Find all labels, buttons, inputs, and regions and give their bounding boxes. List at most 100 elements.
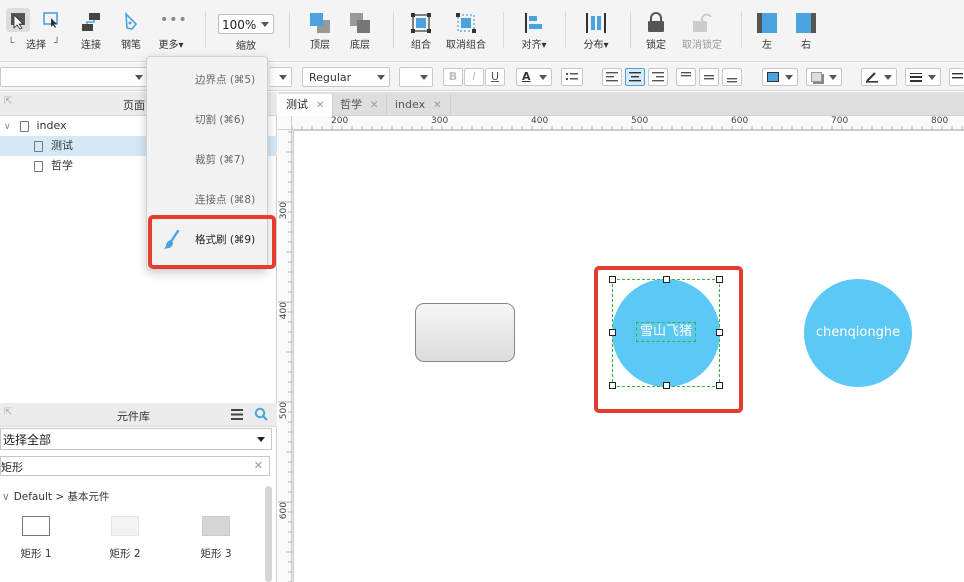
close-tab-icon[interactable]: ✕	[433, 100, 441, 111]
rounded-rectangle-shape[interactable]	[415, 303, 515, 362]
valign-top-icon	[681, 72, 691, 77]
bring-to-front-button[interactable]: 顶层	[302, 0, 338, 62]
expand-panel-icon[interactable]: ⇱	[4, 96, 12, 107]
align-icon	[525, 13, 542, 33]
valign-top-button[interactable]	[676, 68, 696, 86]
align-text-right-button[interactable]	[648, 68, 668, 86]
align-right-button[interactable]: 右	[791, 0, 821, 62]
close-tab-icon[interactable]: ✕	[370, 100, 378, 111]
caret-icon	[420, 75, 428, 80]
valign-bottom-button[interactable]	[722, 68, 742, 86]
lock-button[interactable]: 锁定	[640, 0, 672, 62]
library-select[interactable]: 选择全部	[0, 428, 272, 450]
widget-label: 矩形 2	[109, 548, 141, 560]
ruler-ticks-h	[292, 126, 963, 130]
send-to-back-button[interactable]: 底层	[342, 0, 378, 62]
line-style-button[interactable]	[949, 68, 964, 86]
library-category[interactable]: ∨ Default > 基本元件	[2, 489, 110, 504]
font-style-value: Regular	[309, 71, 352, 84]
bullet-list-button[interactable]	[561, 68, 583, 86]
ruler-label: 600	[279, 502, 289, 520]
canvas-area: 测试 ✕ 哲学 ✕ index ✕ 200 300 400 500 600 700 8…	[278, 92, 964, 582]
shadow-icon	[811, 72, 822, 82]
expand-panel-icon[interactable]: ⇱	[4, 407, 12, 418]
menu-icon[interactable]	[231, 409, 243, 420]
design-canvas[interactable]: 雪山飞猪 chenqionghe	[293, 130, 964, 582]
toolbar-divider	[393, 12, 394, 48]
line-color-button[interactable]	[861, 68, 897, 86]
shadow-button[interactable]	[806, 68, 842, 86]
distribute-button[interactable]: 分布▾	[576, 0, 616, 62]
library-search-input[interactable]: 矩形 ✕	[0, 456, 270, 476]
tab-label: 哲学	[340, 98, 362, 111]
rectangle3-widget[interactable]	[202, 516, 230, 536]
clear-search-icon[interactable]: ✕	[254, 459, 263, 472]
rectangle1-widget[interactable]	[22, 516, 50, 536]
tab-philosophy[interactable]: 哲学 ✕	[332, 94, 388, 116]
rectangle2-widget[interactable]	[111, 516, 139, 536]
fill-color-swatch	[767, 72, 779, 82]
tab-label: 测试	[286, 98, 308, 111]
line-weight-button[interactable]	[905, 68, 941, 86]
circle-shape-chenqionghe[interactable]: chenqionghe	[804, 279, 912, 387]
library-scrollbar[interactable]	[265, 486, 272, 582]
italic-button[interactable]: I	[464, 68, 484, 86]
pages-panel-title: 页面	[123, 99, 145, 112]
font-color-button[interactable]: A	[516, 68, 552, 86]
pen-icon	[125, 12, 138, 30]
connect-icon	[82, 13, 100, 31]
caret-icon	[135, 75, 143, 80]
select-tool-button[interactable]: └ 选择 ┘	[4, 0, 62, 62]
pen-label: 钢笔	[121, 40, 141, 51]
close-tab-icon[interactable]: ✕	[316, 100, 324, 111]
widget-label: 矩形 1	[20, 548, 52, 560]
align-button[interactable]: 对齐▾	[514, 0, 554, 62]
toolbar-divider	[503, 12, 504, 48]
valign-middle-button[interactable]	[699, 68, 719, 86]
library-content: ∨ Default > 基本元件 矩形 1 矩形 2 矩形 3	[0, 482, 264, 582]
more-tools-button[interactable]: ••• 更多▾	[154, 0, 188, 62]
distribute-icon	[586, 13, 606, 33]
caret-icon	[539, 75, 547, 80]
menu-item-connection-points[interactable]: 连接点 (⌘8)	[147, 180, 267, 220]
search-icon[interactable]	[254, 407, 268, 421]
bring-front-icon	[310, 13, 330, 33]
tab-test[interactable]: 测试 ✕	[278, 94, 334, 116]
align-left-button[interactable]: 左	[752, 0, 782, 62]
underline-button[interactable]: U	[485, 68, 505, 86]
zoom-control[interactable]: 100% 缩放	[216, 0, 276, 62]
page-tree-label: index	[36, 119, 67, 132]
menu-item-crop[interactable]: 裁剪 (⌘7)	[147, 140, 267, 180]
text-align-right-icon	[652, 72, 664, 82]
align-right-icon	[796, 13, 816, 33]
distribute-label: 分布▾	[583, 40, 609, 51]
fill-color-button[interactable]	[762, 68, 798, 86]
bold-button[interactable]: B	[443, 68, 463, 86]
connect-tool-button[interactable]: 连接	[76, 0, 106, 62]
caret-icon	[785, 75, 793, 80]
format-toolbar: Regular B I U A	[0, 63, 964, 91]
font-style-select[interactable]: Regular	[302, 67, 390, 87]
zoom-select[interactable]: 100%	[218, 14, 274, 34]
ruler-label: 500	[631, 116, 649, 126]
group-button[interactable]: 组合	[404, 0, 438, 62]
line-color-icon	[866, 72, 878, 83]
horizontal-ruler: 200 300 400 500 600 700 800	[292, 116, 964, 130]
tab-index[interactable]: index ✕	[387, 94, 451, 116]
pen-tool-button[interactable]: 钢笔	[116, 0, 146, 62]
chevron-down-icon[interactable]: ∨	[4, 117, 16, 137]
align-text-left-button[interactable]	[602, 68, 622, 86]
unlock-button[interactable]: 取消锁定	[678, 0, 726, 62]
font-family-select[interactable]	[270, 67, 292, 87]
font-size-select[interactable]	[399, 67, 433, 87]
menu-item-cut[interactable]: 切割 (⌘6)	[147, 100, 267, 140]
send-back-icon	[350, 13, 370, 33]
align-text-center-button[interactable]	[625, 68, 645, 86]
menu-item-boundary-points[interactable]: 边界点 (⌘5)	[147, 60, 267, 100]
highlight-box-format-painter	[148, 215, 276, 269]
ruler-label: 200	[331, 116, 349, 126]
toolbar-divider	[289, 12, 290, 48]
tab-label: index	[395, 98, 426, 111]
ungroup-button[interactable]: 取消组合	[442, 0, 490, 62]
style-select[interactable]	[0, 67, 148, 87]
